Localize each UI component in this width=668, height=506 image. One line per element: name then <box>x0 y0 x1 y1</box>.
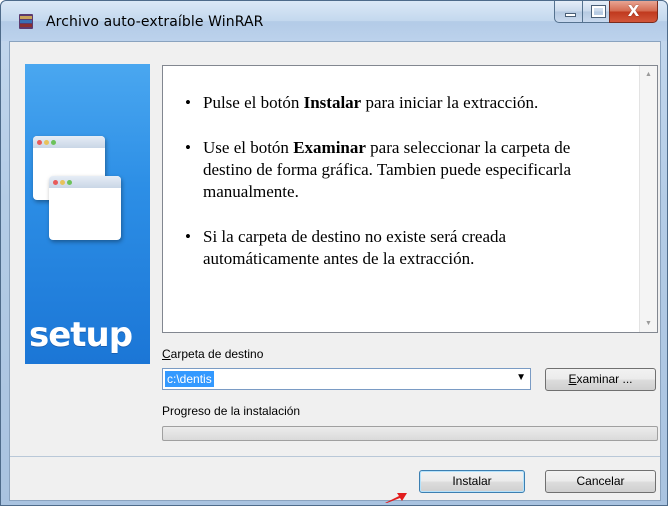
instruction-item: Pulse el botón Instalar para iniciar la … <box>185 92 623 114</box>
cursor-arrow-icon <box>385 493 407 503</box>
app-window: Archivo auto-extraíble WinRAR X setup Pu… <box>0 0 668 506</box>
scroll-up-icon[interactable]: ▲ <box>640 66 657 83</box>
instructions-list: Pulse el botón Instalar para iniciar la … <box>185 92 623 293</box>
divider <box>10 456 660 457</box>
installation-progress-bar <box>162 426 658 441</box>
maximize-button[interactable] <box>582 1 610 23</box>
cancel-button[interactable]: Cancelar <box>545 470 656 493</box>
window-title: Archivo auto-extraíble WinRAR <box>46 14 264 30</box>
window-graphic-front <box>49 176 121 240</box>
scroll-down-icon[interactable]: ▼ <box>640 315 657 332</box>
maximize-icon <box>591 5 606 18</box>
destination-folder-value[interactable]: c:\dentis <box>165 371 214 387</box>
instruction-item: Use el botón Examinar para seleccionar l… <box>185 137 623 203</box>
minimize-icon <box>565 13 576 17</box>
destination-label: Carpeta de destino <box>162 347 264 361</box>
vertical-scrollbar[interactable]: ▲ ▼ <box>639 66 657 332</box>
dropdown-arrow-icon[interactable]: ▼ <box>516 372 526 383</box>
browse-button[interactable]: Examinar ... <box>545 368 656 391</box>
instruction-item: Si la carpeta de destino no existe será … <box>185 226 623 270</box>
winrar-icon <box>19 14 33 29</box>
minimize-button[interactable] <box>554 1 583 23</box>
progress-label: Progreso de la instalación <box>162 404 301 418</box>
title-bar[interactable]: Archivo auto-extraíble WinRAR X <box>1 1 667 41</box>
close-icon: X <box>627 2 640 20</box>
setup-logo: setup <box>29 315 133 355</box>
instructions-panel: Pulse el botón Instalar para iniciar la … <box>162 65 658 333</box>
install-button[interactable]: Instalar <box>419 470 525 493</box>
destination-folder-combobox[interactable]: c:\dentis ▼ <box>162 368 531 390</box>
close-button[interactable]: X <box>609 1 658 23</box>
